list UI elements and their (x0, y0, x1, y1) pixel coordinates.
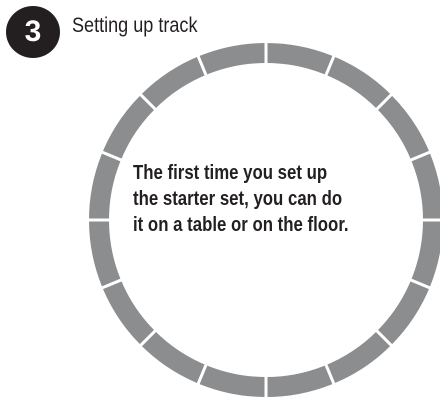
caption-line-3: it on a table or on the floor. (133, 214, 349, 236)
step-title: Setting up track (72, 14, 198, 37)
step-number-badge: 3 (6, 6, 60, 58)
step-number: 3 (24, 15, 42, 48)
instruction-caption: The first time you set up the starter se… (133, 160, 385, 238)
caption-line-2: the starter set, you can do (133, 188, 343, 210)
instruction-page: 3 Setting up track The first time you se… (0, 0, 440, 398)
caption-line-1: The first time you set up (133, 162, 328, 184)
